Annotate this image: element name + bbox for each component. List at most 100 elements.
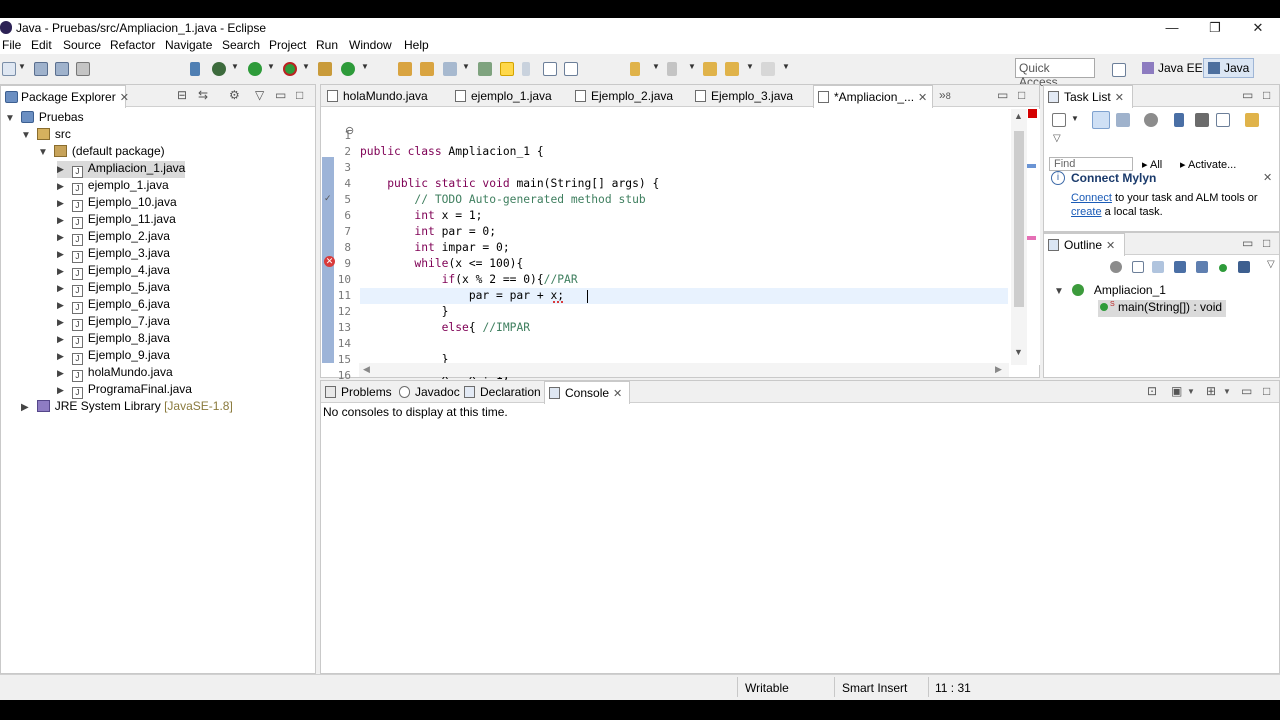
chevron-down-icon[interactable]: ▼ [1187, 387, 1195, 396]
menu-search[interactable]: Search [222, 38, 260, 52]
tree-default-package[interactable]: ▼ (default package) [38, 144, 165, 161]
block-selection-icon[interactable] [543, 62, 557, 76]
menu-run[interactable]: Run [316, 38, 338, 52]
chevron-down-icon[interactable]: ▼ [688, 62, 696, 71]
coverage-icon[interactable] [283, 62, 297, 76]
tree-file[interactable]: ▶ J Ampliacion_1.java [57, 161, 186, 178]
tree-jre-library[interactable]: ▶ JRE System Library [JavaSE-1.8] [21, 399, 233, 416]
debug-icon[interactable] [212, 62, 226, 76]
chevron-down-icon[interactable]: ▼ [231, 62, 239, 71]
error-marker-icon[interactable]: ✕ [324, 256, 335, 267]
prev-annotation-icon[interactable] [667, 62, 677, 76]
chevron-down-icon[interactable]: ▼ [18, 62, 26, 71]
tab-ampliacion-1[interactable]: *Ampliacion_... ✕ [813, 85, 933, 108]
menu-edit[interactable]: Edit [31, 38, 52, 52]
perspective-java[interactable]: Java [1203, 58, 1255, 78]
focus-icon[interactable] [1144, 113, 1158, 127]
overview-marker[interactable] [1027, 164, 1036, 168]
new-class-icon[interactable] [341, 62, 355, 76]
close-icon[interactable]: ✕ [1115, 92, 1124, 104]
code-line[interactable]: public static void main(String[] args) { [360, 176, 659, 192]
minimize-icon[interactable]: ▭ [1242, 88, 1253, 102]
collapse-all-icon[interactable] [1216, 113, 1230, 127]
tab-problems[interactable]: Problems [321, 381, 398, 403]
run-icon[interactable] [248, 62, 262, 76]
code-line[interactable]: int x = 1; [360, 208, 482, 224]
annotation-icon[interactable] [478, 62, 492, 76]
chevron-down-icon[interactable]: ▼ [21, 130, 31, 141]
tree-file[interactable]: ▶ J ProgramaFinal.java [57, 382, 192, 399]
menu-navigate[interactable]: Navigate [165, 38, 212, 52]
tab-ejemplo-1[interactable]: ejemplo_1.java [451, 85, 558, 107]
code-line[interactable]: // TODO Auto-generated method stub [360, 192, 645, 208]
close-icon[interactable]: ✕ [613, 388, 622, 400]
collapse-all-icon[interactable]: ⊟ [177, 88, 187, 102]
code-line[interactable]: while(x <= 100){ [360, 256, 523, 272]
show-completed-icon[interactable] [1195, 113, 1209, 127]
menu-project[interactable]: Project [269, 38, 306, 52]
code-line[interactable]: int par = 0; [360, 224, 496, 240]
categorized-icon[interactable] [1092, 111, 1110, 129]
view-menu-icon[interactable]: ▽ [1267, 259, 1275, 270]
tree-project[interactable]: ▼ Pruebas [5, 110, 84, 127]
chevron-right-icon[interactable]: ▶ [57, 164, 64, 174]
search-icon[interactable] [443, 62, 457, 76]
close-icon[interactable]: ✕ [120, 92, 129, 104]
sort-icon[interactable] [1152, 261, 1164, 273]
chevron-right-icon[interactable]: ▶ [57, 232, 64, 242]
focus-icon[interactable] [1110, 261, 1122, 273]
hide-nonpublic-icon[interactable] [1219, 264, 1227, 272]
menu-refactor[interactable]: Refactor [110, 38, 155, 52]
chevron-down-icon[interactable]: ▼ [782, 62, 790, 71]
tab-ejemplo-2[interactable]: Ejemplo_2.java [571, 85, 679, 107]
menu-file[interactable]: File [2, 38, 21, 52]
outline-class[interactable]: ▼ Ampliacion_1 [1054, 283, 1166, 300]
chevron-down-icon[interactable]: ▼ [5, 113, 15, 124]
tree-file[interactable]: ▶ J Ejemplo_3.java [57, 246, 170, 263]
last-edit-icon[interactable] [703, 62, 717, 76]
show-whitespace-icon[interactable] [564, 62, 578, 76]
chevron-right-icon[interactable]: ▶ [57, 351, 64, 361]
back-icon[interactable] [725, 62, 739, 76]
code-line[interactable]: if(x % 2 == 0){//PAR [360, 272, 578, 288]
hide-local-types-icon[interactable] [1238, 261, 1250, 273]
tab-console[interactable]: Console ✕ [544, 381, 630, 404]
vertical-scrollbar[interactable]: ▲ ▼ [1011, 109, 1027, 365]
open-console-icon[interactable]: ⊞ [1206, 384, 1216, 398]
tab-task-list[interactable]: Task List ✕ [1043, 85, 1133, 108]
display-console-icon[interactable]: ▣ [1171, 384, 1182, 398]
chevron-right-icon[interactable]: ▶ [57, 368, 64, 378]
scroll-down-icon[interactable]: ▼ [1014, 347, 1023, 357]
hide-fields-icon[interactable] [1174, 261, 1186, 273]
mark-occurrences-icon[interactable] [500, 62, 514, 76]
close-icon[interactable]: ✕ [918, 92, 927, 104]
view-menu-icon[interactable]: ▽ [255, 88, 264, 102]
connect-link[interactable]: Connect [1071, 192, 1112, 204]
tab-outline[interactable]: Outline ✕ [1043, 233, 1125, 256]
collapse-all-icon[interactable] [1132, 261, 1144, 273]
chevron-right-icon[interactable]: ▶ [57, 317, 64, 327]
save-icon[interactable] [34, 62, 48, 76]
maximize-icon[interactable]: □ [1263, 88, 1270, 102]
chevron-down-icon[interactable]: ▼ [38, 147, 48, 158]
minimize-icon[interactable]: ▭ [1241, 384, 1252, 398]
scroll-left-icon[interactable]: ◀ [363, 364, 370, 375]
task-marker-icon[interactable]: ✓ [324, 193, 333, 203]
filter-all-link[interactable]: ▸ All [1142, 158, 1162, 171]
tree-file[interactable]: ▶ J Ejemplo_11.java [57, 212, 176, 229]
fold-icon[interactable]: ⊖ [345, 124, 356, 138]
scroll-right-icon[interactable]: ▶ [995, 364, 1002, 375]
chevron-right-icon[interactable]: ▶ [57, 198, 64, 208]
chevron-down-icon[interactable]: ▼ [1223, 387, 1231, 396]
tab-overflow[interactable]: »8 [939, 88, 951, 102]
tree-file[interactable]: ▶ J Ejemplo_6.java [57, 297, 170, 314]
close-button[interactable]: ✕ [1236, 18, 1280, 38]
error-overview-icon[interactable] [1028, 109, 1037, 118]
code-line[interactable]: public class Ampliacion_1 { [360, 144, 544, 160]
chevron-right-icon[interactable]: ▶ [57, 249, 64, 259]
hide-static-icon[interactable] [1196, 261, 1208, 273]
scroll-up-icon[interactable]: ▲ [1014, 111, 1023, 121]
code-line[interactable]: } [360, 304, 449, 320]
tree-file[interactable]: ▶ J Ejemplo_9.java [57, 348, 170, 365]
maximize-icon[interactable]: □ [296, 88, 303, 102]
